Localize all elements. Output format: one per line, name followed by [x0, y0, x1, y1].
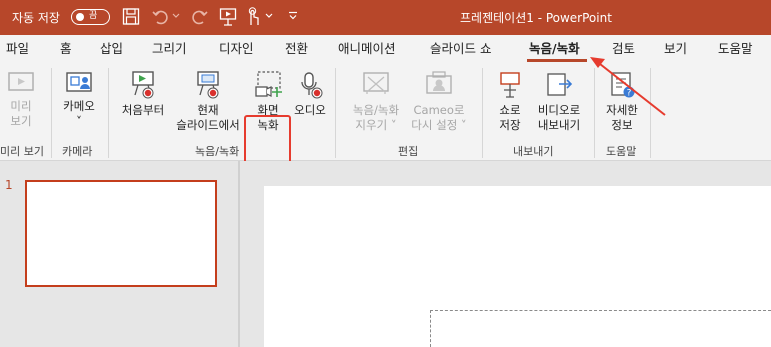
group-separator — [335, 68, 336, 158]
clear-recording-icon — [363, 72, 389, 94]
save-as-show-label-1: 쇼로 — [499, 103, 521, 117]
redo-icon[interactable] — [190, 7, 208, 27]
clear-recording-button[interactable]: 녹음/녹화 지우기 ˅ — [344, 70, 408, 133]
group-record-label: 녹음/녹화 — [195, 145, 240, 158]
microphone-icon — [301, 72, 323, 99]
save-as-show-button[interactable]: 쇼로 저장 — [491, 70, 529, 133]
reset-cameo-button[interactable]: Cameo로 다시 설정 ˅ — [408, 70, 470, 133]
export-video-label-2: 내보내기 — [537, 118, 581, 132]
ribbon-tab-bar: 파일 홈 삽입 그리기 디자인 전환 애니메이션 슬라이드 쇼 녹음/녹화 검토… — [0, 35, 771, 62]
export-video-label-1: 비디오로 — [537, 103, 581, 117]
group-separator — [482, 68, 483, 158]
export-video-icon — [547, 73, 573, 96]
tab-view[interactable]: 보기 — [664, 35, 687, 62]
cameo-label: 카메오 — [63, 99, 95, 113]
save-as-show-label-2: 저장 — [499, 118, 521, 132]
tab-animations[interactable]: 애니메이션 — [338, 35, 396, 62]
autosave-label: 자동 저장 — [12, 11, 60, 25]
text-placeholder[interactable] — [430, 310, 771, 347]
group-separator — [108, 68, 109, 158]
record-from-current-label-1: 현재 — [197, 103, 219, 117]
more-info-label-2: 정보 — [611, 118, 633, 132]
preview-icon — [8, 72, 34, 91]
touch-dropdown-icon[interactable] — [265, 13, 273, 19]
touch-mode-icon[interactable] — [245, 7, 261, 27]
group-separator — [650, 68, 651, 158]
save-icon[interactable] — [122, 7, 140, 27]
tab-home[interactable]: 홈 — [60, 35, 72, 62]
tab-recording[interactable]: 녹음/녹화 — [529, 35, 580, 62]
group-preview-label: 미리 보기 — [0, 145, 44, 158]
screen-recording-icon — [255, 71, 282, 97]
toggle-state: 끔 — [89, 11, 98, 21]
document-title: 프레젠테이션1 - PowerPoint — [460, 11, 612, 25]
record-from-start-label: 처음부터 — [121, 103, 165, 117]
tab-insert[interactable]: 삽입 — [100, 35, 123, 62]
slide-thumbnail[interactable] — [25, 180, 217, 287]
reset-cameo-label-1: Cameo로 — [413, 103, 465, 117]
tab-help[interactable]: 도움말 — [718, 35, 753, 62]
svg-text:?: ? — [627, 89, 632, 99]
ribbon: 미리 보기 미리 보기 카메오 ˅ 카메라 처음부터 현재 슬라이드에서 화면 … — [0, 62, 771, 201]
group-edit-label: 편집 — [398, 145, 419, 158]
undo-dropdown-icon[interactable] — [172, 13, 180, 19]
preview-button[interactable]: 미리 보기 — [2, 70, 40, 129]
record-from-start-icon — [132, 71, 154, 99]
tab-file[interactable]: 파일 — [6, 35, 29, 62]
slide-number: 1 — [5, 178, 13, 192]
preview-label-1: 미리 — [10, 99, 32, 113]
autosave-toggle[interactable]: 끔 — [71, 9, 110, 25]
clear-recording-label-1: 녹음/녹화 — [352, 103, 400, 117]
group-separator — [594, 68, 595, 158]
tab-draw[interactable]: 그리기 — [152, 35, 187, 62]
more-info-label-1: 자세한 — [606, 103, 638, 117]
group-help-label: 도움말 — [606, 145, 637, 158]
tab-review[interactable]: 검토 — [612, 35, 635, 62]
help-icon: ? — [611, 72, 635, 99]
preview-label-2: 보기 — [10, 114, 32, 128]
tab-design[interactable]: 디자인 — [219, 35, 254, 62]
tab-slideshow[interactable]: 슬라이드 쇼 — [430, 35, 491, 62]
audio-button[interactable]: 오디오 — [291, 70, 329, 118]
tab-transitions[interactable]: 전환 — [285, 35, 308, 62]
title-bar: 자동 저장 끔 프레젠테이션1 - PowerPoint — [0, 0, 771, 35]
customize-qat-icon[interactable] — [288, 11, 298, 21]
cameo-button[interactable]: 카메오 ˅ — [57, 70, 101, 129]
record-from-start-button[interactable]: 처음부터 — [116, 70, 170, 118]
toggle-knob — [76, 13, 84, 21]
export-video-button[interactable]: 비디오로 내보내기 — [531, 70, 587, 133]
cameo-dropdown: ˅ — [76, 114, 82, 128]
save-as-show-icon — [500, 72, 520, 98]
record-from-current-icon — [197, 71, 219, 99]
group-separator — [51, 68, 52, 158]
group-camera-label: 카메라 — [62, 145, 93, 158]
audio-label: 오디오 — [294, 103, 326, 117]
record-from-current-button[interactable]: 현재 슬라이드에서 — [172, 70, 244, 133]
record-from-current-label-2: 슬라이드에서 — [176, 118, 240, 132]
present-from-start-icon[interactable] — [219, 7, 237, 27]
group-export-label: 내보내기 — [513, 145, 554, 158]
more-info-button[interactable]: ? 자세한 정보 — [600, 70, 644, 133]
reset-cameo-label-2: 다시 설정 ˅ — [411, 118, 467, 132]
cameo-icon — [66, 72, 92, 92]
undo-icon[interactable] — [152, 7, 170, 27]
clear-recording-label-2: 지우기 ˅ — [355, 118, 397, 132]
reset-cameo-icon — [426, 71, 452, 94]
